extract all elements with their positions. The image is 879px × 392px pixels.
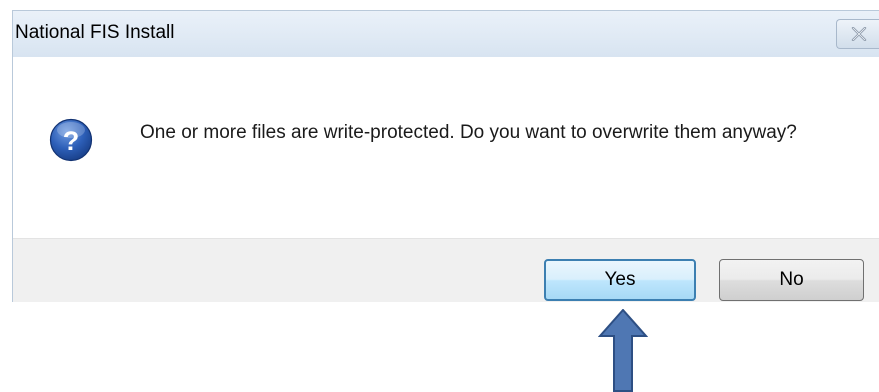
dialog-content: ? One or more files are write-protected.… bbox=[13, 57, 879, 238]
button-bar: Yes No bbox=[13, 238, 879, 302]
window-title: National FIS Install bbox=[15, 22, 175, 43]
no-button-label: No bbox=[779, 269, 804, 290]
close-x-icon bbox=[851, 27, 866, 41]
title-bar[interactable]: National FIS Install bbox=[13, 10, 879, 57]
question-icon: ? bbox=[49, 118, 93, 162]
svg-text:?: ? bbox=[63, 126, 80, 156]
up-arrow-icon bbox=[598, 309, 648, 392]
yes-button[interactable]: Yes bbox=[544, 259, 696, 301]
no-button[interactable]: No bbox=[719, 259, 864, 301]
dialog-message: One or more files are write-protected. D… bbox=[140, 122, 797, 143]
yes-button-label: Yes bbox=[604, 269, 636, 290]
close-button[interactable] bbox=[836, 19, 879, 49]
dialog-window: National FIS Install ? One or more files… bbox=[12, 10, 879, 302]
